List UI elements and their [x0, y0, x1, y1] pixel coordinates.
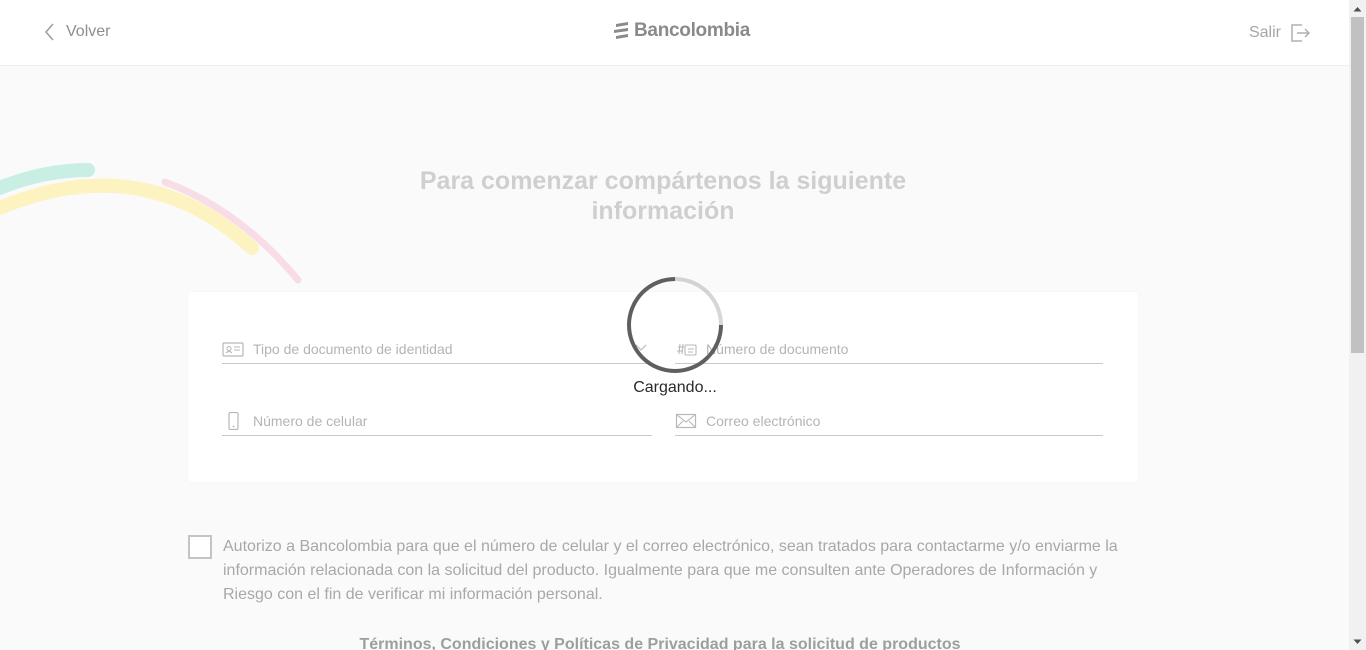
loading-text: Cargando...	[633, 379, 717, 396]
email-input[interactable]: Correo electrónico	[675, 406, 1103, 436]
exit-label: Salir	[1248, 24, 1281, 41]
envelope-icon	[675, 413, 697, 428]
logout-icon	[1291, 24, 1311, 42]
loading-spinner-icon	[627, 277, 723, 373]
consent-text: Autorizo a Bancolombia para que el númer…	[223, 538, 1118, 603]
document-type-placeholder: Tipo de documento de identidad	[253, 340, 453, 357]
terms-link[interactable]: Términos, Condiciones y Políticas de Pri…	[300, 636, 1020, 650]
exit-button[interactable]: Salir	[1249, 22, 1311, 44]
page-title: Para comenzar compártenos la siguiente i…	[419, 167, 907, 225]
vertical-scrollbar[interactable]	[1349, 0, 1366, 650]
logo-text: Bancolombia	[634, 20, 750, 41]
scroll-up-arrow-icon[interactable]	[1349, 0, 1366, 17]
bancolombia-logo-icon	[614, 22, 628, 39]
back-button[interactable]: Volver	[42, 22, 110, 42]
top-header: Volver Bancolombia Salir	[0, 0, 1349, 66]
back-label: Volver	[66, 23, 111, 40]
decorative-arcs	[0, 163, 302, 284]
mobile-phone-icon	[228, 411, 239, 430]
consent-checkbox[interactable]	[188, 535, 212, 559]
id-card-icon	[222, 341, 244, 357]
email-placeholder: Correo electrónico	[706, 412, 821, 429]
scrollbar-thumb[interactable]	[1351, 17, 1364, 353]
chevron-left-icon	[44, 23, 54, 41]
phone-input[interactable]: Número de celular	[222, 406, 652, 436]
phone-placeholder: Número de celular	[253, 412, 368, 429]
consent-block: Autorizo a Bancolombia para que el númer…	[188, 535, 1138, 607]
page: Volver Bancolombia Salir Para comenzar c…	[0, 0, 1349, 650]
document-type-select[interactable]: Tipo de documento de identidad	[222, 334, 652, 364]
loading-overlay: Cargando...	[600, 272, 750, 402]
scroll-down-arrow-icon[interactable]	[1349, 633, 1366, 650]
bancolombia-logo: Bancolombia	[613, 20, 750, 42]
